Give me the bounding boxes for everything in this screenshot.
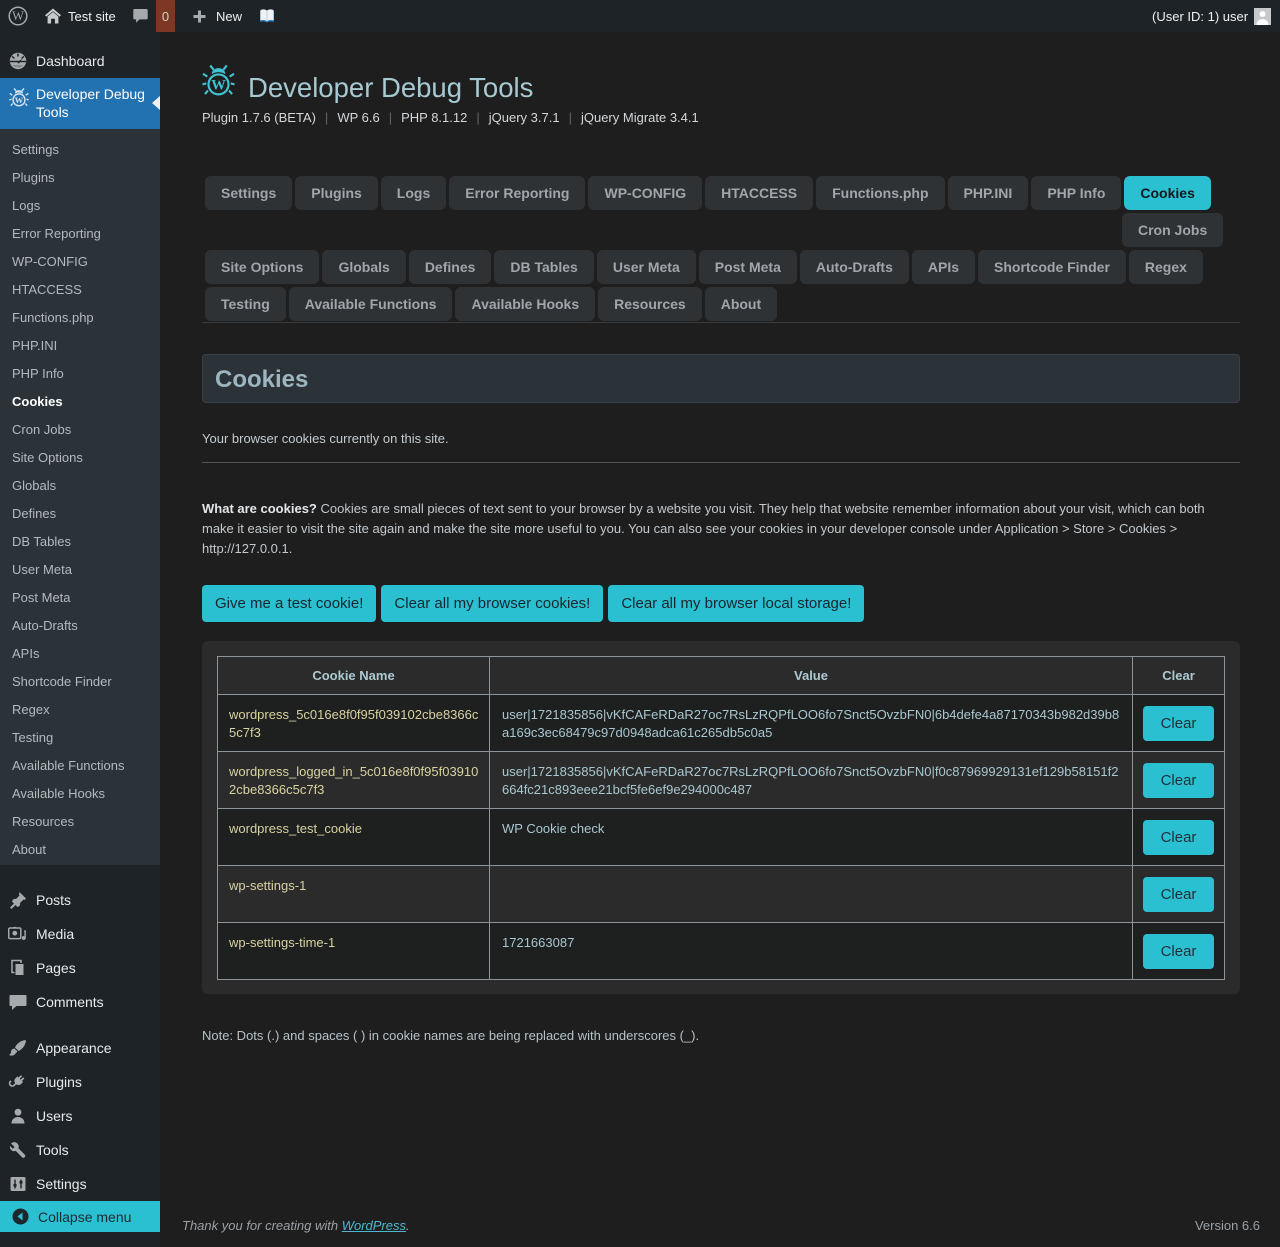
svg-text:W: W	[12, 9, 24, 23]
svg-text:W: W	[15, 95, 24, 105]
svg-text:W: W	[211, 78, 226, 94]
